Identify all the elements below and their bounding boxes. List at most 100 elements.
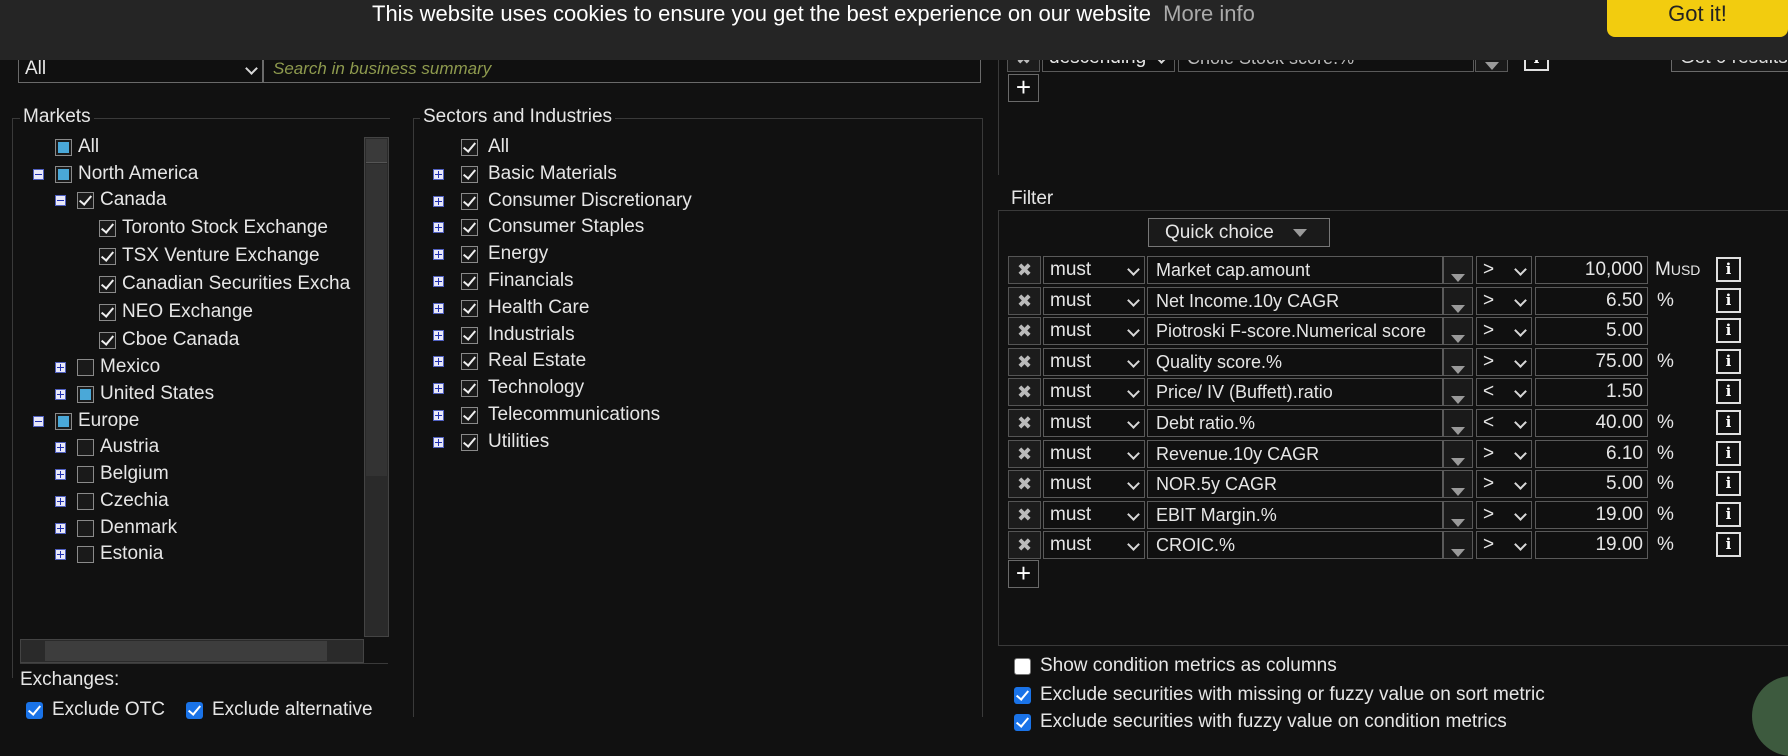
remove-filter-button[interactable]: ✖ bbox=[1008, 348, 1041, 376]
expand-icon[interactable] bbox=[433, 383, 444, 394]
sector-checkbox[interactable] bbox=[461, 246, 478, 263]
collapse-icon[interactable] bbox=[33, 416, 44, 427]
market-checkbox[interactable] bbox=[77, 359, 94, 376]
filter-mode-select[interactable]: must bbox=[1043, 287, 1145, 315]
filter-value-input[interactable]: 75.00 bbox=[1535, 348, 1648, 376]
filter-operator-select[interactable]: > bbox=[1476, 470, 1532, 498]
market-checkbox[interactable] bbox=[55, 166, 72, 183]
filter-metric-dropdown[interactable] bbox=[1443, 409, 1473, 437]
filter-metric-dropdown[interactable] bbox=[1443, 287, 1473, 315]
sector-item[interactable]: Consumer Staples bbox=[413, 215, 973, 239]
market-checkbox[interactable] bbox=[99, 220, 116, 237]
market-item[interactable]: NEO Exchange bbox=[12, 300, 364, 324]
expand-icon[interactable] bbox=[55, 469, 66, 480]
market-checkbox[interactable] bbox=[77, 493, 94, 510]
filter-value-input[interactable]: 6.50 bbox=[1535, 287, 1648, 315]
market-item[interactable]: Czechia bbox=[12, 489, 364, 513]
market-item[interactable]: Denmark bbox=[12, 516, 364, 540]
sector-item[interactable]: Energy bbox=[413, 242, 973, 266]
filter-metric-field[interactable]: Net Income.10y CAGR bbox=[1147, 287, 1443, 315]
market-item[interactable]: All bbox=[12, 135, 364, 159]
filter-mode-select[interactable]: must bbox=[1043, 470, 1145, 498]
sector-item[interactable]: Basic Materials bbox=[413, 162, 973, 186]
remove-filter-button[interactable]: ✖ bbox=[1008, 256, 1041, 284]
remove-filter-button[interactable]: ✖ bbox=[1008, 531, 1041, 559]
market-item[interactable]: North America bbox=[12, 162, 364, 186]
filter-info-button[interactable]: i bbox=[1716, 532, 1741, 557]
filter-metric-dropdown[interactable] bbox=[1443, 256, 1473, 284]
sector-checkbox[interactable] bbox=[461, 300, 478, 317]
filter-operator-select[interactable]: > bbox=[1476, 348, 1532, 376]
filter-operator-select[interactable]: > bbox=[1476, 531, 1532, 559]
market-checkbox[interactable] bbox=[55, 139, 72, 156]
filter-metric-field[interactable]: Price/ IV (Buffett).ratio bbox=[1147, 378, 1443, 406]
filter-metric-dropdown[interactable] bbox=[1443, 470, 1473, 498]
filter-info-button[interactable]: i bbox=[1716, 257, 1741, 282]
remove-filter-button[interactable]: ✖ bbox=[1008, 440, 1041, 468]
expand-icon[interactable] bbox=[433, 437, 444, 448]
market-item[interactable]: Mexico bbox=[12, 355, 364, 379]
market-item[interactable]: United States bbox=[12, 382, 364, 406]
sector-checkbox[interactable] bbox=[461, 273, 478, 290]
filter-operator-select[interactable]: > bbox=[1476, 501, 1532, 529]
sector-item[interactable]: Financials bbox=[413, 269, 973, 293]
sector-item[interactable]: Technology bbox=[413, 376, 973, 400]
chat-icon[interactable] bbox=[1752, 676, 1788, 756]
filter-metric-field[interactable]: Quality score.% bbox=[1147, 348, 1443, 376]
expand-icon[interactable] bbox=[433, 303, 444, 314]
exclude-missing-checkbox[interactable] bbox=[1014, 687, 1031, 704]
filter-metric-field[interactable]: Market cap.amount bbox=[1147, 256, 1443, 284]
sector-checkbox[interactable] bbox=[461, 193, 478, 210]
expand-icon[interactable] bbox=[433, 249, 444, 260]
filter-metric-field[interactable]: CROIC.% bbox=[1147, 531, 1443, 559]
filter-mode-select[interactable]: must bbox=[1043, 348, 1145, 376]
remove-filter-button[interactable]: ✖ bbox=[1008, 409, 1041, 437]
expand-icon[interactable] bbox=[55, 523, 66, 534]
sector-item[interactable]: Real Estate bbox=[413, 349, 973, 373]
remove-filter-button[interactable]: ✖ bbox=[1008, 501, 1041, 529]
show-condition-metrics-checkbox[interactable] bbox=[1014, 658, 1031, 675]
expand-icon[interactable] bbox=[433, 222, 444, 233]
filter-mode-select[interactable]: must bbox=[1043, 531, 1145, 559]
expand-icon[interactable] bbox=[55, 442, 66, 453]
sector-item[interactable]: Utilities bbox=[413, 430, 973, 454]
remove-filter-button[interactable]: ✖ bbox=[1008, 317, 1041, 345]
market-checkbox[interactable] bbox=[99, 332, 116, 349]
sector-item[interactable]: Consumer Discretionary bbox=[413, 189, 973, 213]
scroll-up-arrow[interactable] bbox=[366, 139, 387, 163]
collapse-icon[interactable] bbox=[33, 169, 44, 180]
remove-filter-button[interactable]: ✖ bbox=[1008, 470, 1041, 498]
filter-operator-select[interactable]: > bbox=[1476, 317, 1532, 345]
expand-icon[interactable] bbox=[55, 496, 66, 507]
market-checkbox[interactable] bbox=[99, 276, 116, 293]
market-item[interactable]: Austria bbox=[12, 435, 364, 459]
market-checkbox[interactable] bbox=[99, 304, 116, 321]
expand-icon[interactable] bbox=[433, 330, 444, 341]
sector-checkbox[interactable] bbox=[461, 380, 478, 397]
add-filter-button[interactable]: + bbox=[1008, 560, 1039, 588]
market-checkbox[interactable] bbox=[77, 386, 94, 403]
sector-checkbox[interactable] bbox=[461, 166, 478, 183]
filter-mode-select[interactable]: must bbox=[1043, 256, 1145, 284]
exclude-alternative-checkbox[interactable] bbox=[186, 702, 203, 719]
market-checkbox[interactable] bbox=[77, 466, 94, 483]
horizontal-scroll-thumb[interactable] bbox=[45, 641, 327, 661]
filter-operator-select[interactable]: > bbox=[1476, 440, 1532, 468]
filter-metric-dropdown[interactable] bbox=[1443, 440, 1473, 468]
markets-horizontal-scrollbar[interactable] bbox=[20, 639, 364, 663]
market-item[interactable]: Cboe Canada bbox=[12, 328, 364, 352]
remove-filter-button[interactable]: ✖ bbox=[1008, 378, 1041, 406]
market-item[interactable]: Canadian Securities Excha bbox=[12, 272, 364, 296]
expand-icon[interactable] bbox=[433, 276, 444, 287]
filter-metric-dropdown[interactable] bbox=[1443, 531, 1473, 559]
filter-info-button[interactable]: i bbox=[1716, 318, 1741, 343]
filter-info-button[interactable]: i bbox=[1716, 379, 1741, 404]
sector-item[interactable]: All bbox=[413, 135, 973, 159]
scroll-thumb[interactable] bbox=[366, 164, 387, 476]
more-info-link[interactable]: More info bbox=[1163, 1, 1255, 26]
market-item[interactable]: Canada bbox=[12, 188, 364, 212]
sector-checkbox[interactable] bbox=[461, 327, 478, 344]
expand-icon[interactable] bbox=[55, 389, 66, 400]
market-item[interactable]: Belgium bbox=[12, 462, 364, 486]
market-checkbox[interactable] bbox=[77, 439, 94, 456]
